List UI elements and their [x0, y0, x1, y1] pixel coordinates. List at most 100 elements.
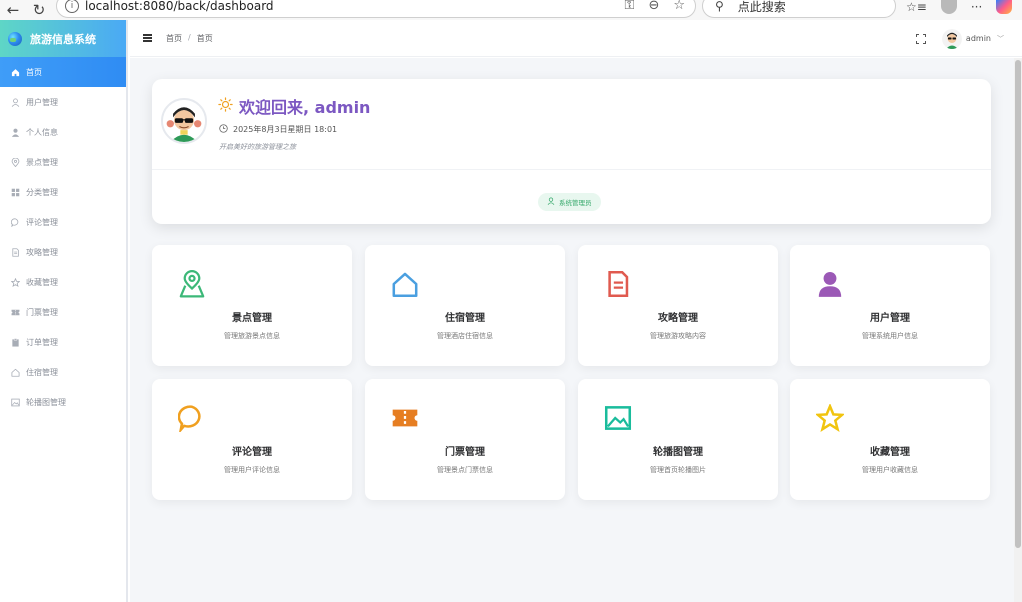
sidebar-item-label: 分类管理 — [26, 187, 58, 197]
sidebar-item-8[interactable]: 门票管理 — [0, 297, 126, 327]
feature-description: 管理旅游景点信息 — [224, 332, 280, 340]
sidebar-item-1[interactable]: 用户管理 — [0, 87, 126, 117]
ticket-icon — [391, 404, 419, 432]
fullscreen-icon[interactable] — [915, 33, 926, 44]
sun-icon — [218, 96, 233, 116]
star-icon — [10, 277, 20, 287]
chevron-down-icon[interactable]: ﹀ — [997, 34, 1004, 44]
sidebar-item-label: 首页 — [26, 67, 42, 77]
user-filled-icon — [10, 127, 20, 137]
sidebar-item-label: 收藏管理 — [26, 277, 58, 287]
feature-title: 门票管理 — [445, 447, 485, 458]
scrollbar-thumb[interactable] — [1015, 60, 1021, 548]
feature-title: 住宿管理 — [445, 313, 485, 324]
map-pin-icon — [178, 270, 206, 298]
chat-icon — [10, 217, 20, 227]
sidebar-item-0[interactable]: 首页 — [0, 57, 126, 87]
browser-search-box[interactable]: ⚲ 点此搜索 — [702, 0, 896, 18]
sidebar-item-label: 攻略管理 — [26, 247, 58, 257]
feature-card-1[interactable]: 住宿管理管理酒店住宿信息 — [365, 245, 565, 366]
sidebar-item-label: 评论管理 — [26, 217, 58, 227]
main-content: 欢迎回来, admin 2025年8月3日星期日 18:01 开启美好的旅游管理… — [130, 58, 1014, 602]
search-placeholder: 点此搜索 — [737, 0, 786, 14]
sidebar-item-label: 门票管理 — [26, 307, 58, 317]
sidebar-item-6[interactable]: 攻略管理 — [0, 237, 126, 267]
chat-icon — [177, 404, 206, 435]
sidebar-item-label: 订单管理 — [26, 337, 58, 347]
feature-title: 收藏管理 — [870, 447, 910, 458]
feature-description: 管理系统用户信息 — [862, 332, 918, 340]
welcome-card: 欢迎回来, admin 2025年8月3日星期日 18:01 开启美好的旅游管理… — [152, 79, 991, 224]
feature-title: 评论管理 — [232, 447, 272, 458]
home-icon — [10, 67, 20, 77]
feature-card-4[interactable]: 评论管理管理用户评论信息 — [152, 379, 352, 500]
breadcrumb: 首页 / 首页 — [166, 33, 213, 44]
breadcrumb-item-current: 首页 — [196, 33, 213, 43]
role-label: 系统管理员 — [559, 199, 592, 207]
sidebar: 旅游信息系统 首页用户管理个人信息景点管理分类管理评论管理攻略管理收藏管理门票管… — [0, 20, 128, 602]
site-info-icon[interactable]: i — [65, 0, 79, 13]
profile-icon[interactable] — [940, 0, 957, 14]
feature-title: 景点管理 — [232, 313, 272, 324]
feature-description: 管理景点门票信息 — [437, 466, 493, 474]
welcome-subtitle: 开启美好的旅游管理之旅 — [219, 143, 296, 151]
house-icon — [391, 270, 419, 298]
sidebar-item-4[interactable]: 分类管理 — [0, 177, 126, 207]
welcome-greeting: 欢迎回来, admin — [239, 98, 371, 117]
role-badge: 系统管理员 — [538, 193, 601, 211]
house-icon — [10, 367, 20, 377]
sidebar-item-7[interactable]: 收藏管理 — [0, 267, 126, 297]
ticket-icon — [10, 307, 20, 317]
feature-description: 管理旅游攻略内容 — [650, 332, 706, 340]
breadcrumb-item-home[interactable]: 首页 — [166, 33, 182, 44]
back-arrow-icon[interactable]: ← — [0, 0, 26, 20]
bookmark-star-icon[interactable]: ☆ — [673, 0, 685, 13]
sidebar-item-label: 轮播图管理 — [26, 397, 66, 407]
feature-card-2[interactable]: 攻略管理 管理旅游攻略内容 — [578, 245, 778, 366]
document-icon — [10, 247, 20, 257]
clipboard-icon — [10, 337, 20, 347]
key-icon[interactable]: ⚿ — [625, 0, 635, 13]
divider — [152, 169, 991, 170]
feature-title: 用户管理 — [870, 313, 910, 324]
location-icon — [10, 157, 20, 167]
sidebar-logo-bar: 旅游信息系统 — [0, 20, 126, 57]
feature-card-0[interactable]: 景点管理管理旅游景点信息 — [152, 245, 352, 366]
feature-card-7[interactable]: 收藏管理 管理用户收藏信息 — [790, 379, 990, 500]
menu-toggle-icon[interactable] — [143, 34, 152, 42]
sidebar-item-2[interactable]: 个人信息 — [0, 117, 126, 147]
header-username[interactable]: admin — [966, 34, 991, 43]
copilot-icon[interactable] — [996, 0, 1013, 14]
user-outline-icon — [10, 97, 20, 107]
sidebar-item-label: 住宿管理 — [26, 367, 58, 377]
feature-card-6[interactable]: 轮播图管理 管理首页轮播图片 — [578, 379, 778, 500]
feature-description: 管理用户评论信息 — [224, 466, 280, 474]
sidebar-item-11[interactable]: 轮播图管理 — [0, 387, 126, 417]
feature-card-5[interactable]: 门票管理管理景点门票信息 — [365, 379, 565, 500]
feature-description: 管理酒店住宿信息 — [437, 332, 493, 340]
favorites-icon[interactable]: ☆≡ — [906, 0, 927, 14]
reload-icon[interactable]: ↻ — [26, 0, 52, 20]
clock-icon — [219, 124, 228, 135]
feature-description: 管理首页轮播图片 — [650, 466, 706, 474]
welcome-datetime: 2025年8月3日星期日 18:01 — [233, 125, 338, 134]
more-menu-icon[interactable]: ··· — [971, 0, 982, 14]
sidebar-item-10[interactable]: 住宿管理 — [0, 357, 126, 387]
user-avatar[interactable] — [941, 28, 962, 49]
zoom-icon[interactable]: ⊖ — [648, 0, 659, 13]
address-bar[interactable]: i localhost:8080/back/dashboard ⚿ ⊖ ☆ — [56, 0, 696, 18]
top-header: 首页 / 首页 admin ﹀ — [130, 20, 1022, 57]
sidebar-item-5[interactable]: 评论管理 — [0, 207, 126, 237]
sidebar-item-label: 个人信息 — [26, 127, 58, 137]
globe-logo-icon — [8, 31, 22, 46]
sidebar-item-9[interactable]: 订单管理 — [0, 327, 126, 357]
browser-toolbar: ← ↻ i localhost:8080/back/dashboard ⚿ ⊖ … — [0, 0, 1022, 20]
page-scrollbar[interactable] — [1014, 58, 1022, 602]
star-icon — [814, 402, 846, 432]
welcome-datetime-row: 2025年8月3日星期日 18:01 — [219, 124, 337, 135]
picture-icon — [10, 397, 20, 407]
feature-card-3[interactable]: 用户管理管理系统用户信息 — [790, 245, 990, 366]
picture-icon — [604, 404, 632, 432]
sidebar-item-3[interactable]: 景点管理 — [0, 147, 126, 177]
welcome-avatar — [161, 98, 207, 144]
